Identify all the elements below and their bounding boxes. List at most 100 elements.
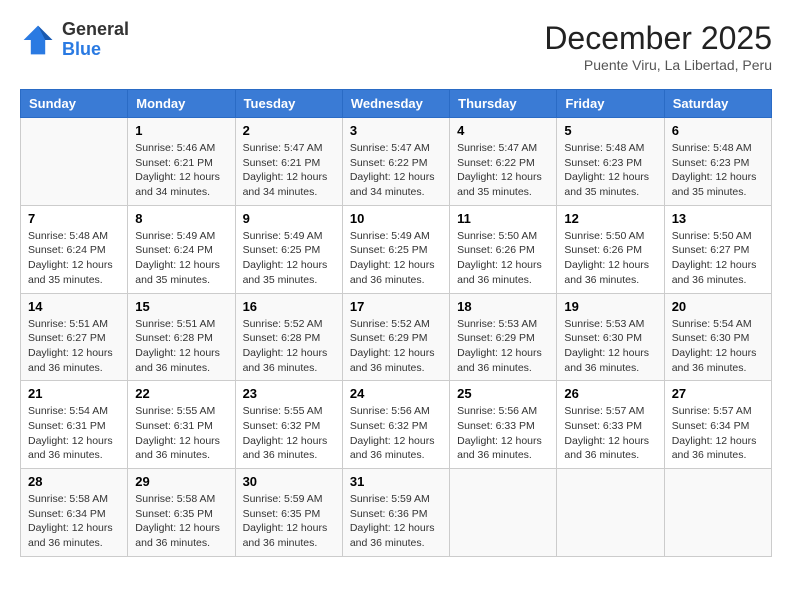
day-number: 12 xyxy=(564,211,656,226)
calendar-cell xyxy=(664,469,771,557)
calendar-cell: 8 Sunrise: 5:49 AM Sunset: 6:24 PM Daylig… xyxy=(128,205,235,293)
calendar-cell: 11 Sunrise: 5:50 AM Sunset: 6:26 PM Dayli… xyxy=(450,205,557,293)
day-number: 4 xyxy=(457,123,549,138)
calendar-cell: 29 Sunrise: 5:58 AM Sunset: 6:35 PM Dayli… xyxy=(128,469,235,557)
day-info: Sunrise: 5:58 AM Sunset: 6:35 PM Dayligh… xyxy=(135,492,227,551)
day-number: 17 xyxy=(350,299,442,314)
day-info: Sunrise: 5:53 AM Sunset: 6:29 PM Dayligh… xyxy=(457,317,549,376)
day-number: 11 xyxy=(457,211,549,226)
day-number: 14 xyxy=(28,299,120,314)
day-number: 13 xyxy=(672,211,764,226)
calendar-cell: 14Sunrise: 5:51 AM Sunset: 6:27 PM Dayli… xyxy=(21,293,128,381)
calendar-cell: 5 Sunrise: 5:48 AM Sunset: 6:23 PM Daylig… xyxy=(557,118,664,206)
day-number: 31 xyxy=(350,474,442,489)
day-number: 5 xyxy=(564,123,656,138)
calendar-header: SundayMondayTuesdayWednesdayThursdayFrid… xyxy=(21,90,772,118)
day-number: 9 xyxy=(243,211,335,226)
calendar-cell: 24Sunrise: 5:56 AM Sunset: 6:32 PM Dayli… xyxy=(342,381,449,469)
day-number: 19 xyxy=(564,299,656,314)
day-number: 2 xyxy=(243,123,335,138)
day-info: Sunrise: 5:56 AM Sunset: 6:32 PM Dayligh… xyxy=(350,404,442,463)
day-info: Sunrise: 5:46 AM Sunset: 6:21 PM Dayligh… xyxy=(135,141,227,200)
day-of-week-header: Tuesday xyxy=(235,90,342,118)
day-info: Sunrise: 5:49 AM Sunset: 6:25 PM Dayligh… xyxy=(243,229,335,288)
day-info: Sunrise: 5:54 AM Sunset: 6:30 PM Dayligh… xyxy=(672,317,764,376)
calendar-cell: 15Sunrise: 5:51 AM Sunset: 6:28 PM Dayli… xyxy=(128,293,235,381)
day-of-week-header: Sunday xyxy=(21,90,128,118)
day-info: Sunrise: 5:55 AM Sunset: 6:31 PM Dayligh… xyxy=(135,404,227,463)
header-row: SundayMondayTuesdayWednesdayThursdayFrid… xyxy=(21,90,772,118)
day-number: 8 xyxy=(135,211,227,226)
day-info: Sunrise: 5:52 AM Sunset: 6:29 PM Dayligh… xyxy=(350,317,442,376)
day-of-week-header: Friday xyxy=(557,90,664,118)
day-number: 10 xyxy=(350,211,442,226)
day-info: Sunrise: 5:50 AM Sunset: 6:26 PM Dayligh… xyxy=(457,229,549,288)
calendar-cell: 13Sunrise: 5:50 AM Sunset: 6:27 PM Dayli… xyxy=(664,205,771,293)
day-info: Sunrise: 5:48 AM Sunset: 6:23 PM Dayligh… xyxy=(564,141,656,200)
day-info: Sunrise: 5:58 AM Sunset: 6:34 PM Dayligh… xyxy=(28,492,120,551)
calendar-cell: 6Sunrise: 5:48 AM Sunset: 6:23 PM Daylig… xyxy=(664,118,771,206)
logo-text: General Blue xyxy=(62,20,129,60)
day-info: Sunrise: 5:59 AM Sunset: 6:36 PM Dayligh… xyxy=(350,492,442,551)
calendar-cell: 16 Sunrise: 5:52 AM Sunset: 6:28 PM Dayli… xyxy=(235,293,342,381)
calendar-cell: 19 Sunrise: 5:53 AM Sunset: 6:30 PM Dayli… xyxy=(557,293,664,381)
calendar-cell: 17 Sunrise: 5:52 AM Sunset: 6:29 PM Dayli… xyxy=(342,293,449,381)
day-number: 30 xyxy=(243,474,335,489)
calendar-week-row: 14Sunrise: 5:51 AM Sunset: 6:27 PM Dayli… xyxy=(21,293,772,381)
calendar-cell: 7 Sunrise: 5:48 AM Sunset: 6:24 PM Daylig… xyxy=(21,205,128,293)
calendar-table: SundayMondayTuesdayWednesdayThursdayFrid… xyxy=(20,89,772,557)
calendar-body: 1Sunrise: 5:46 AM Sunset: 6:21 PM Daylig… xyxy=(21,118,772,557)
day-number: 20 xyxy=(672,299,764,314)
calendar-cell: 20 Sunrise: 5:54 AM Sunset: 6:30 PM Dayli… xyxy=(664,293,771,381)
day-info: Sunrise: 5:53 AM Sunset: 6:30 PM Dayligh… xyxy=(564,317,656,376)
calendar-cell: 26 Sunrise: 5:57 AM Sunset: 6:33 PM Dayli… xyxy=(557,381,664,469)
day-info: Sunrise: 5:54 AM Sunset: 6:31 PM Dayligh… xyxy=(28,404,120,463)
calendar-week-row: 28 Sunrise: 5:58 AM Sunset: 6:34 PM Dayli… xyxy=(21,469,772,557)
calendar-cell: 1Sunrise: 5:46 AM Sunset: 6:21 PM Daylig… xyxy=(128,118,235,206)
day-info: Sunrise: 5:59 AM Sunset: 6:35 PM Dayligh… xyxy=(243,492,335,551)
day-of-week-header: Thursday xyxy=(450,90,557,118)
day-number: 22 xyxy=(135,386,227,401)
day-of-week-header: Wednesday xyxy=(342,90,449,118)
day-of-week-header: Monday xyxy=(128,90,235,118)
day-info: Sunrise: 5:55 AM Sunset: 6:32 PM Dayligh… xyxy=(243,404,335,463)
day-info: Sunrise: 5:49 AM Sunset: 6:25 PM Dayligh… xyxy=(350,229,442,288)
day-of-week-header: Saturday xyxy=(664,90,771,118)
day-number: 29 xyxy=(135,474,227,489)
day-info: Sunrise: 5:49 AM Sunset: 6:24 PM Dayligh… xyxy=(135,229,227,288)
day-number: 28 xyxy=(28,474,120,489)
day-number: 27 xyxy=(672,386,764,401)
day-number: 16 xyxy=(243,299,335,314)
day-number: 7 xyxy=(28,211,120,226)
day-info: Sunrise: 5:47 AM Sunset: 6:22 PM Dayligh… xyxy=(350,141,442,200)
calendar-week-row: 7 Sunrise: 5:48 AM Sunset: 6:24 PM Daylig… xyxy=(21,205,772,293)
calendar-week-row: 1Sunrise: 5:46 AM Sunset: 6:21 PM Daylig… xyxy=(21,118,772,206)
calendar-cell: 3 Sunrise: 5:47 AM Sunset: 6:22 PM Daylig… xyxy=(342,118,449,206)
calendar-cell xyxy=(557,469,664,557)
calendar-week-row: 21 Sunrise: 5:54 AM Sunset: 6:31 PM Dayli… xyxy=(21,381,772,469)
calendar-cell: 18 Sunrise: 5:53 AM Sunset: 6:29 PM Dayli… xyxy=(450,293,557,381)
day-number: 3 xyxy=(350,123,442,138)
day-number: 18 xyxy=(457,299,549,314)
day-number: 25 xyxy=(457,386,549,401)
month-title: December 2025 xyxy=(544,20,772,57)
calendar-cell: 2 Sunrise: 5:47 AM Sunset: 6:21 PM Daylig… xyxy=(235,118,342,206)
calendar-cell: 23 Sunrise: 5:55 AM Sunset: 6:32 PM Dayli… xyxy=(235,381,342,469)
day-info: Sunrise: 5:57 AM Sunset: 6:33 PM Dayligh… xyxy=(564,404,656,463)
page-header: General Blue December 2025 Puente Viru, … xyxy=(20,20,772,73)
calendar-cell: 25Sunrise: 5:56 AM Sunset: 6:33 PM Dayli… xyxy=(450,381,557,469)
calendar-cell: 30 Sunrise: 5:59 AM Sunset: 6:35 PM Dayli… xyxy=(235,469,342,557)
day-info: Sunrise: 5:52 AM Sunset: 6:28 PM Dayligh… xyxy=(243,317,335,376)
calendar-cell xyxy=(450,469,557,557)
logo-icon xyxy=(20,22,56,58)
calendar-cell: 9 Sunrise: 5:49 AM Sunset: 6:25 PM Daylig… xyxy=(235,205,342,293)
day-number: 21 xyxy=(28,386,120,401)
calendar-cell: 28 Sunrise: 5:58 AM Sunset: 6:34 PM Dayli… xyxy=(21,469,128,557)
day-info: Sunrise: 5:48 AM Sunset: 6:24 PM Dayligh… xyxy=(28,229,120,288)
day-info: Sunrise: 5:47 AM Sunset: 6:21 PM Dayligh… xyxy=(243,141,335,200)
calendar-cell: 12Sunrise: 5:50 AM Sunset: 6:26 PM Dayli… xyxy=(557,205,664,293)
day-number: 26 xyxy=(564,386,656,401)
calendar-cell: 21 Sunrise: 5:54 AM Sunset: 6:31 PM Dayli… xyxy=(21,381,128,469)
day-number: 23 xyxy=(243,386,335,401)
day-info: Sunrise: 5:51 AM Sunset: 6:28 PM Dayligh… xyxy=(135,317,227,376)
